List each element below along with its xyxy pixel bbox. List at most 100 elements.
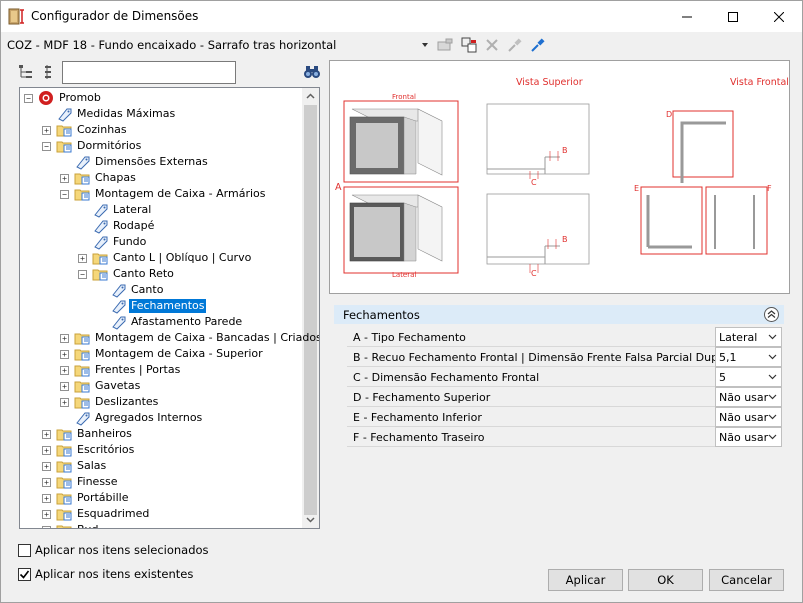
apply-item-icon[interactable] xyxy=(460,36,478,54)
tree-item[interactable]: Rodapé xyxy=(20,218,302,234)
minimize-button[interactable] xyxy=(664,1,710,32)
tree-item-label: Deslizantes xyxy=(95,395,159,408)
tree-item-label: Gavetas xyxy=(95,379,141,392)
tag-icon xyxy=(112,316,126,330)
tree-scroll-thumb[interactable] xyxy=(304,105,317,515)
tree-item[interactable]: + Montagem de Caixa - Superior xyxy=(20,346,302,362)
expand-node-icon[interactable]: + xyxy=(60,398,69,407)
tree-item[interactable]: Canto xyxy=(20,282,302,298)
apply-existing-label: Aplicar nos itens existentes xyxy=(35,567,194,581)
delete-icon[interactable] xyxy=(483,36,501,54)
connect-icon[interactable] xyxy=(529,36,547,54)
folder-icon xyxy=(56,493,72,505)
expand-node-icon[interactable]: + xyxy=(42,526,51,528)
expand-node-icon[interactable]: + xyxy=(42,430,51,439)
folder-icon xyxy=(56,429,72,441)
tree-item[interactable]: + Portábille xyxy=(20,490,302,506)
tree-item[interactable]: + Frentes | Portas xyxy=(20,362,302,378)
expand-node-icon[interactable]: + xyxy=(42,126,51,135)
properties-header[interactable]: Fechamentos xyxy=(334,305,784,324)
expand-node-icon[interactable]: + xyxy=(60,350,69,359)
path-bar: COZ - MDF 18 - Fundo encaixado - Sarrafo… xyxy=(1,32,802,57)
apply-button[interactable]: Aplicar xyxy=(548,569,623,591)
cancel-button[interactable]: Cancelar xyxy=(709,569,784,591)
tree-item[interactable]: + Gavetas xyxy=(20,378,302,394)
tree-item[interactable]: Medidas Máximas xyxy=(20,106,302,122)
collapse-properties-button[interactable] xyxy=(764,307,779,322)
expand-node-icon[interactable]: + xyxy=(60,174,69,183)
tree-item[interactable]: + Banheiros xyxy=(20,426,302,442)
tag-icon xyxy=(112,300,126,314)
tree-item[interactable]: Afastamento Parede xyxy=(20,314,302,330)
collapse-node-icon[interactable]: − xyxy=(78,270,87,279)
expand-node-icon[interactable]: + xyxy=(60,334,69,343)
collapse-node-icon[interactable]: − xyxy=(24,94,33,103)
ok-button[interactable]: OK xyxy=(628,569,703,591)
tree-item-label: Portábille xyxy=(77,491,129,504)
scroll-up-icon[interactable] xyxy=(305,91,316,102)
category-tree[interactable]: − Promob Medidas Máximas + Cozinhas − Dormitór… xyxy=(19,87,320,529)
tree-item-label: Promob xyxy=(59,91,101,104)
edit-item-icon[interactable] xyxy=(436,36,454,54)
close-button[interactable] xyxy=(756,1,802,32)
tree-item[interactable]: + Chapas xyxy=(20,170,302,186)
property-value-select[interactable]: Lateral xyxy=(715,327,782,347)
property-value-select[interactable]: Não usar xyxy=(715,387,782,407)
folder-icon xyxy=(74,189,90,201)
tree-item-label: Dimensões Externas xyxy=(95,155,208,168)
property-value-select[interactable]: 5,1 xyxy=(715,347,782,367)
folder-icon xyxy=(56,141,72,153)
apply-selected-checkbox[interactable] xyxy=(18,544,31,557)
expand-node-icon[interactable]: + xyxy=(42,510,51,519)
tree-item[interactable]: Agregados Internos xyxy=(20,410,302,426)
path-dropdown-icon[interactable] xyxy=(421,41,429,49)
property-value-select[interactable]: Não usar xyxy=(715,427,782,447)
expand-node-icon[interactable]: + xyxy=(60,382,69,391)
collapse-node-icon[interactable]: − xyxy=(42,142,51,151)
expand-node-icon[interactable]: + xyxy=(42,462,51,471)
apply-existing-checkbox[interactable] xyxy=(18,568,31,581)
tree-scrollbar[interactable] xyxy=(302,88,319,528)
expand-node-icon[interactable]: + xyxy=(42,446,51,455)
tree-item[interactable]: + Bud... xyxy=(20,522,302,528)
tree-item[interactable]: + Cozinhas xyxy=(20,122,302,138)
tree-item-label: Frentes | Portas xyxy=(95,363,181,376)
tree-item[interactable]: Lateral xyxy=(20,202,302,218)
tree-item[interactable]: + Salas xyxy=(20,458,302,474)
tree-item-label: Afastamento Parede xyxy=(131,315,243,328)
binoculars-icon[interactable] xyxy=(303,63,321,81)
tree-item[interactable]: − Montagem de Caixa - Armários xyxy=(20,186,302,202)
tree-item[interactable]: Fundo xyxy=(20,234,302,250)
tree-item[interactable]: − Promob xyxy=(20,90,302,106)
tree-item-label: Montagem de Caixa - Superior xyxy=(95,347,263,360)
search-input[interactable] xyxy=(62,61,236,84)
tree-item[interactable]: + Deslizantes xyxy=(20,394,302,410)
maximize-button[interactable] xyxy=(710,1,756,32)
tree-item[interactable]: + Montagem de Caixa - Bancadas | Criados xyxy=(20,330,319,346)
scroll-down-icon[interactable] xyxy=(305,514,316,525)
tree-item[interactable]: + Esquadrimed xyxy=(20,506,302,522)
app-icon xyxy=(8,8,24,25)
tree-item[interactable]: + Escritórios xyxy=(20,442,302,458)
expand-node-icon[interactable]: + xyxy=(42,478,51,487)
tree-item[interactable]: Fechamentos xyxy=(20,298,302,314)
property-value-select[interactable]: Não usar xyxy=(715,407,782,427)
tag-icon xyxy=(94,236,108,250)
expand-node-icon[interactable]: + xyxy=(78,254,87,263)
property-value-select[interactable]: 5 xyxy=(715,367,782,387)
collapse-tree-icon[interactable] xyxy=(40,63,58,81)
tree-item[interactable]: − Canto Reto xyxy=(20,266,302,282)
tree-item[interactable]: + Finesse xyxy=(20,474,302,490)
tree-item[interactable]: Dimensões Externas xyxy=(20,154,302,170)
tree-item[interactable]: + Canto L | Oblíquo | Curvo xyxy=(20,250,302,266)
disconnect-icon[interactable] xyxy=(506,36,524,54)
tree-item[interactable]: − Dormitórios xyxy=(20,138,302,154)
folder-icon xyxy=(74,365,90,377)
expand-node-icon[interactable]: + xyxy=(42,494,51,503)
tag-icon xyxy=(76,412,90,426)
collapse-node-icon[interactable]: − xyxy=(60,190,69,199)
expand-node-icon[interactable]: + xyxy=(60,366,69,375)
expand-tree-icon[interactable] xyxy=(17,63,35,81)
preview-image: Vista Superior Vista Frontal Frontal Lat… xyxy=(329,60,790,294)
chevron-down-icon xyxy=(768,374,777,380)
